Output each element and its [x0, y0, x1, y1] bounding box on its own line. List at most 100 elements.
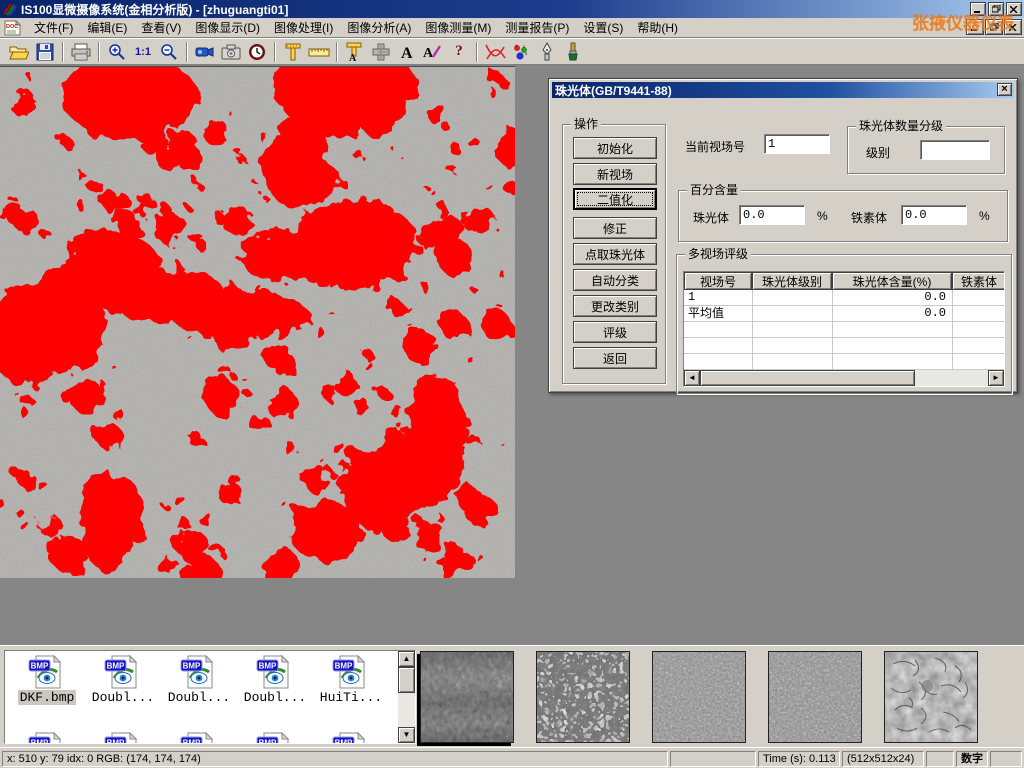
close-button[interactable] [1006, 2, 1022, 16]
brush-icon[interactable] [560, 40, 586, 64]
mdi-restore-button[interactable] [985, 19, 1003, 35]
toolbar-separator [186, 42, 188, 62]
col-pearlite-level[interactable]: 珠光体级别 [752, 272, 832, 290]
new-field-button[interactable]: 新视场 [573, 163, 657, 185]
help-icon[interactable]: ? [446, 40, 472, 64]
menu-image-measure[interactable]: 图像测量(M) [418, 17, 498, 38]
file-name[interactable]: HuiTi... [318, 690, 384, 705]
file-item[interactable]: BMP Doubl... [85, 654, 161, 705]
scroll-left-icon[interactable]: ◄ [684, 370, 700, 386]
rating-group-title: 多视场评级 [685, 247, 751, 261]
menu-view[interactable]: 查看(V) [134, 17, 188, 38]
menu-help[interactable]: 帮助(H) [630, 17, 685, 38]
menu-image-analysis[interactable]: 图像分析(A) [340, 17, 418, 38]
svg-text:A: A [349, 53, 357, 62]
percent-group-title: 百分含量 [687, 183, 741, 197]
rating-table[interactable]: 视场号 珠光体级别 珠光体含量(%) 铁素体 1 0.0 平均值 [683, 271, 1005, 387]
file-name[interactable]: Doubl... [90, 690, 156, 705]
annotate-icon[interactable]: A [420, 40, 446, 64]
metallographic-image[interactable] [0, 66, 515, 578]
menu-settings[interactable]: 设置(S) [576, 17, 630, 38]
caliper-icon[interactable] [280, 40, 306, 64]
mdi-close-button[interactable] [1004, 19, 1022, 35]
file-item[interactable]: BMP [313, 731, 389, 744]
operations-group-title: 操作 [571, 117, 601, 131]
file-item[interactable]: BMP [85, 731, 161, 744]
scroll-thumb[interactable] [398, 667, 415, 693]
mdi-minimize-button[interactable] [966, 19, 984, 35]
scroll-down-icon[interactable]: ▼ [398, 727, 415, 743]
col-ferrite[interactable]: 铁素体 [952, 272, 1005, 290]
classify-icon[interactable]: 123 [508, 40, 534, 64]
file-item[interactable]: BMP [237, 731, 313, 744]
file-item[interactable]: BMP [9, 731, 85, 744]
scroll-thumb[interactable] [700, 370, 915, 386]
ruler-icon[interactable] [306, 40, 332, 64]
thumbnail-2[interactable] [536, 651, 630, 743]
status-spacer [926, 751, 954, 767]
file-name[interactable]: Doubl... [166, 690, 232, 705]
measure-text-icon[interactable]: A [342, 40, 368, 64]
open-file-icon[interactable] [6, 40, 32, 64]
zoom-in-icon[interactable] [104, 40, 130, 64]
file-v-scrollbar[interactable]: ▲ ▼ [398, 651, 415, 743]
col-pearlite-content[interactable]: 珠光体含量(%) [832, 272, 952, 290]
file-name[interactable]: DKF.bmp [18, 690, 77, 705]
video-camera-icon[interactable] [192, 40, 218, 64]
dialog-title-bar[interactable]: 珠光体(GB/T9441-88) × [552, 82, 1014, 98]
file-browser[interactable]: BMP DKF.bmp BMP Doubl... BMP Doubl... BM… [4, 650, 416, 744]
grade-level-input[interactable] [920, 140, 990, 160]
file-item[interactable]: BMP [161, 731, 237, 744]
toolbar-separator [62, 42, 64, 62]
print-icon[interactable] [68, 40, 94, 64]
thumbnail-1[interactable] [420, 651, 514, 743]
dialog-close-icon[interactable]: × [997, 83, 1012, 96]
camera-icon[interactable] [218, 40, 244, 64]
file-item[interactable]: BMP Doubl... [161, 654, 237, 705]
ferrite-percent-input[interactable] [901, 205, 967, 225]
svg-text:A: A [401, 45, 413, 61]
col-field-number[interactable]: 视场号 [684, 272, 752, 290]
restore-button[interactable] [988, 2, 1004, 16]
text-icon[interactable]: A [394, 40, 420, 64]
pearlite-percent-input[interactable] [739, 205, 805, 225]
bmp-file-icon: BMP [104, 654, 142, 690]
pen-icon[interactable] [534, 40, 560, 64]
mode-status: 数字 [956, 751, 988, 767]
grid-icon[interactable] [368, 40, 394, 64]
curve-tool-icon[interactable] [482, 40, 508, 64]
scroll-up-icon[interactable]: ▲ [398, 651, 415, 667]
thumbnail-3[interactable] [652, 651, 746, 743]
minimize-button[interactable] [970, 2, 986, 16]
init-button[interactable]: 初始化 [573, 137, 657, 159]
file-item[interactable]: BMP DKF.bmp [9, 654, 85, 705]
auto-classify-button[interactable]: 自动分类 [573, 269, 657, 291]
clock-icon[interactable] [244, 40, 270, 64]
menu-file[interactable]: 文件(F) [27, 17, 80, 38]
change-class-button[interactable]: 更改类别 [573, 295, 657, 317]
menu-image-process[interactable]: 图像处理(I) [267, 17, 340, 38]
table-h-scrollbar[interactable]: ◄ ► [684, 370, 1004, 386]
rate-button[interactable]: 评级 [573, 321, 657, 343]
zoom-out-icon[interactable] [156, 40, 182, 64]
document-icon: DOC [3, 20, 23, 36]
menu-image-display[interactable]: 图像显示(D) [188, 17, 267, 38]
file-name[interactable]: Doubl... [242, 690, 308, 705]
save-icon[interactable] [32, 40, 58, 64]
menu-measure-report[interactable]: 测量报告(P) [498, 17, 576, 38]
row2-field: 平均值 [688, 306, 748, 322]
row1-content: 0.0 [834, 290, 946, 306]
thumbnail-4[interactable] [768, 651, 862, 743]
current-field-input[interactable] [764, 134, 830, 154]
actual-size-icon[interactable]: 1:1 [130, 40, 156, 64]
thumbnail-5[interactable] [884, 651, 978, 743]
correct-button[interactable]: 修正 [573, 217, 657, 239]
menu-edit[interactable]: 编辑(E) [80, 17, 134, 38]
status-bar: x: 510 y: 79 idx: 0 RGB: (174, 174, 174)… [0, 747, 1024, 768]
pick-pearlite-button[interactable]: 点取珠光体 [573, 243, 657, 265]
file-item[interactable]: BMP Doubl... [237, 654, 313, 705]
scroll-right-icon[interactable]: ► [988, 370, 1004, 386]
return-button[interactable]: 返回 [573, 347, 657, 369]
binarize-button[interactable]: 二值化 [573, 188, 657, 210]
file-item[interactable]: BMP HuiTi... [313, 654, 389, 705]
